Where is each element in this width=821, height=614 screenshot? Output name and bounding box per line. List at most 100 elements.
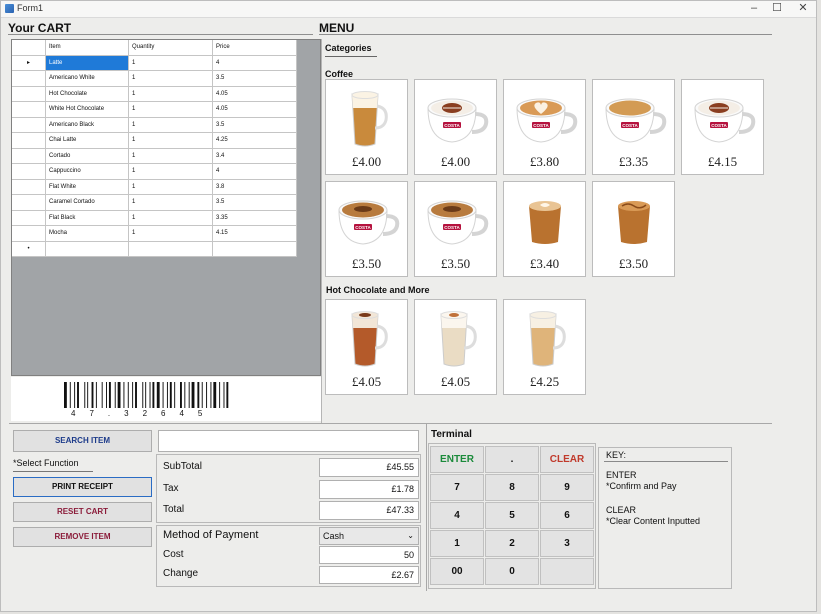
row-header[interactable] (12, 210, 46, 226)
key-2[interactable]: 2 (485, 530, 539, 557)
cell-quantity[interactable]: 1 (129, 226, 213, 242)
tax-field[interactable]: £1.78 (319, 480, 419, 499)
table-row[interactable]: White Hot Chocolate 1 4.05 (12, 102, 297, 118)
cell-item[interactable]: Chai Latte (46, 133, 129, 149)
total-field[interactable]: £47.33 (319, 501, 419, 520)
cell-quantity[interactable]: 1 (129, 55, 213, 71)
cell-item[interactable]: Mocha (46, 226, 129, 242)
cell-price[interactable]: 3.5 (213, 117, 297, 133)
search-input[interactable] (158, 430, 419, 452)
cost-field[interactable]: 50 (319, 546, 419, 564)
column-header-price[interactable]: Price (213, 40, 297, 56)
cell-quantity[interactable] (129, 241, 213, 257)
key-7[interactable]: 7 (430, 474, 484, 501)
hot-product-card[interactable]: £4.05 (414, 299, 497, 395)
column-header-quantity[interactable]: Quantity (129, 40, 213, 56)
coffee-product-card[interactable]: COSTA £3.35 (592, 79, 675, 175)
row-header[interactable]: • (12, 241, 46, 257)
coffee-product-card[interactable]: COSTA £4.15 (681, 79, 764, 175)
coffee-product-card[interactable]: £4.00 (325, 79, 408, 175)
table-row[interactable]: Caramel Cortado 1 3.5 (12, 195, 297, 211)
cell-item[interactable]: Flat White (46, 179, 129, 195)
coffee-product-card[interactable]: £3.40 (503, 181, 586, 277)
coffee-product-card[interactable]: COSTA £3.50 (325, 181, 408, 277)
decimal-key[interactable]: . (485, 446, 539, 473)
subtotal-field[interactable]: £45.55 (319, 458, 419, 477)
table-row[interactable]: Cappuccino 1 4 (12, 164, 297, 180)
table-row[interactable]: Hot Chocolate 1 4.05 (12, 86, 297, 102)
row-header[interactable] (12, 195, 46, 211)
table-row[interactable]: Chai Latte 1 4.25 (12, 133, 297, 149)
row-header[interactable] (12, 133, 46, 149)
key-9[interactable]: 9 (540, 474, 594, 501)
cell-quantity[interactable]: 1 (129, 117, 213, 133)
row-header[interactable] (12, 102, 46, 118)
row-header[interactable] (12, 71, 46, 87)
key-0[interactable]: 0 (485, 558, 539, 585)
cell-quantity[interactable]: 1 (129, 86, 213, 102)
cell-price[interactable]: 4 (213, 55, 297, 71)
cell-item[interactable]: Americano White (46, 71, 129, 87)
cell-quantity[interactable]: 1 (129, 210, 213, 226)
cell-price[interactable]: 3.5 (213, 71, 297, 87)
cell-item[interactable]: Flat Black (46, 210, 129, 226)
row-header[interactable]: ▸ (12, 55, 46, 71)
cell-quantity[interactable]: 1 (129, 133, 213, 149)
key-3[interactable]: 3 (540, 530, 594, 557)
row-header[interactable] (12, 179, 46, 195)
cell-quantity[interactable]: 1 (129, 179, 213, 195)
table-row[interactable]: Cortado 1 3.4 (12, 148, 297, 164)
key-5[interactable]: 5 (485, 502, 539, 529)
hot-product-card[interactable]: £4.25 (503, 299, 586, 395)
cell-quantity[interactable]: 1 (129, 71, 213, 87)
column-header-item[interactable]: Item (46, 40, 129, 56)
cell-price[interactable]: 4.25 (213, 133, 297, 149)
cell-item[interactable] (46, 241, 129, 257)
cell-item[interactable]: Hot Chocolate (46, 86, 129, 102)
coffee-product-card[interactable]: £3.50 (592, 181, 675, 277)
cell-item[interactable]: Caramel Cortado (46, 195, 129, 211)
table-row[interactable]: Flat Black 1 3.35 (12, 210, 297, 226)
cell-item[interactable]: Americano Black (46, 117, 129, 133)
minimize-button[interactable]: – (743, 1, 765, 15)
cell-price[interactable]: 4 (213, 164, 297, 180)
cell-price[interactable]: 3.5 (213, 195, 297, 211)
cell-price[interactable]: 3.8 (213, 179, 297, 195)
cart-grid[interactable]: Item Quantity Price ▸ Latte 1 4 Americano Wh… (11, 39, 321, 376)
table-row[interactable]: Americano Black 1 3.5 (12, 117, 297, 133)
table-row[interactable]: Mocha 1 4.15 (12, 226, 297, 242)
remove-item-button[interactable]: REMOVE ITEM (13, 527, 152, 547)
reset-cart-button[interactable]: RESET CART (13, 502, 152, 522)
table-row[interactable]: Americano White 1 3.5 (12, 71, 297, 87)
cell-price[interactable]: 4.15 (213, 226, 297, 242)
coffee-product-card[interactable]: COSTA £3.50 (414, 181, 497, 277)
row-header[interactable] (12, 148, 46, 164)
cell-price[interactable] (213, 241, 297, 257)
cell-quantity[interactable]: 1 (129, 148, 213, 164)
cell-price[interactable]: 4.05 (213, 102, 297, 118)
cell-quantity[interactable]: 1 (129, 164, 213, 180)
coffee-product-card[interactable]: COSTA £3.80 (503, 79, 586, 175)
key-6[interactable]: 6 (540, 502, 594, 529)
row-header[interactable] (12, 86, 46, 102)
key-4[interactable]: 4 (430, 502, 484, 529)
payment-method-select[interactable]: Cash ⌄ (319, 527, 419, 545)
cell-price[interactable]: 3.4 (213, 148, 297, 164)
hot-product-card[interactable]: £4.05 (325, 299, 408, 395)
clear-key[interactable]: CLEAR (540, 446, 594, 473)
table-row[interactable]: ▸ Latte 1 4 (12, 55, 297, 71)
coffee-product-card[interactable]: COSTA £4.00 (414, 79, 497, 175)
cell-item[interactable]: White Hot Chocolate (46, 102, 129, 118)
cell-item[interactable]: Latte (46, 55, 129, 71)
table-row[interactable]: Flat White 1 3.8 (12, 179, 297, 195)
cell-quantity[interactable]: 1 (129, 102, 213, 118)
key-1[interactable]: 1 (430, 530, 484, 557)
search-item-button[interactable]: SEARCH ITEM (13, 430, 152, 452)
cell-item[interactable]: Cappuccino (46, 164, 129, 180)
maximize-button[interactable]: ☐ (766, 1, 788, 15)
key-00[interactable]: 00 (430, 558, 484, 585)
key-8[interactable]: 8 (485, 474, 539, 501)
cell-price[interactable]: 3.35 (213, 210, 297, 226)
enter-key[interactable]: ENTER (430, 446, 484, 473)
cell-quantity[interactable]: 1 (129, 195, 213, 211)
